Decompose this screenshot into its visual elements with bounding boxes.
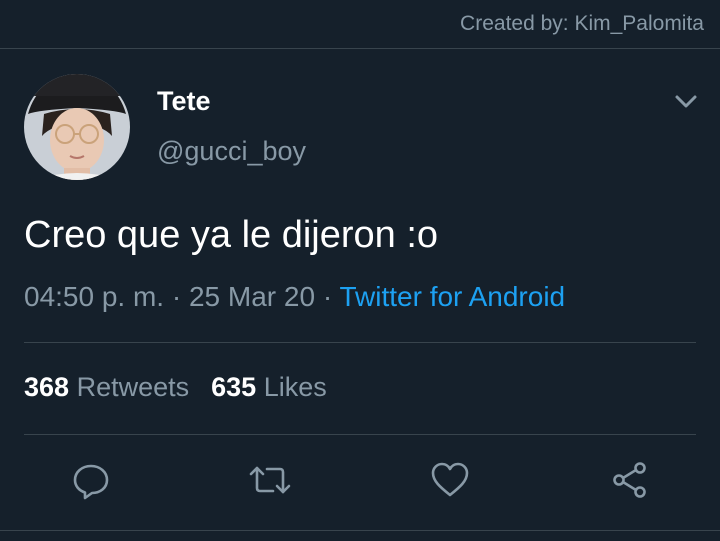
author-name[interactable]: Tete — [157, 86, 211, 117]
divider-bottom — [24, 434, 696, 435]
avatar-image — [24, 74, 130, 180]
avatar[interactable] — [24, 74, 130, 180]
tweet-meta: 04:50 p. m. · 25 Mar 20 · Twitter for An… — [24, 281, 565, 313]
retweets-label: Retweets — [76, 372, 190, 402]
tweet-stats: 368 Retweets 635 Likes — [24, 372, 327, 403]
tweet-date: 25 Mar 20 — [188, 281, 316, 312]
tweet-time: 04:50 p. m. — [24, 281, 165, 312]
meta-separator: · — [164, 281, 189, 312]
retweets-stat[interactable]: 368 Retweets — [24, 372, 189, 402]
likes-label: Likes — [263, 372, 327, 402]
author-handle[interactable]: @gucci_boy — [157, 136, 306, 167]
tweet-source-link[interactable]: Twitter for Android — [339, 281, 565, 312]
top-bar: Created by: Kim_Palomita — [0, 0, 720, 49]
meta-separator-2: · — [315, 281, 340, 312]
retweet-icon[interactable] — [245, 455, 295, 505]
likes-count: 635 — [211, 372, 257, 402]
action-bar — [0, 455, 720, 509]
bottom-divider — [0, 530, 720, 531]
retweets-count: 368 — [24, 372, 70, 402]
tweet-page: Created by: Kim_Palomita Tete @gucci_boy — [0, 0, 720, 541]
like-icon[interactable] — [425, 455, 475, 505]
credit-text: Created by: Kim_Palomita — [460, 12, 704, 35]
chevron-down-icon[interactable] — [672, 92, 700, 112]
likes-stat[interactable]: 635 Likes — [211, 372, 327, 402]
tweet-text: Creo que ya le dijeron :o — [24, 214, 439, 256]
divider-top — [24, 342, 696, 343]
share-icon[interactable] — [605, 455, 655, 505]
reply-icon[interactable] — [66, 455, 116, 505]
